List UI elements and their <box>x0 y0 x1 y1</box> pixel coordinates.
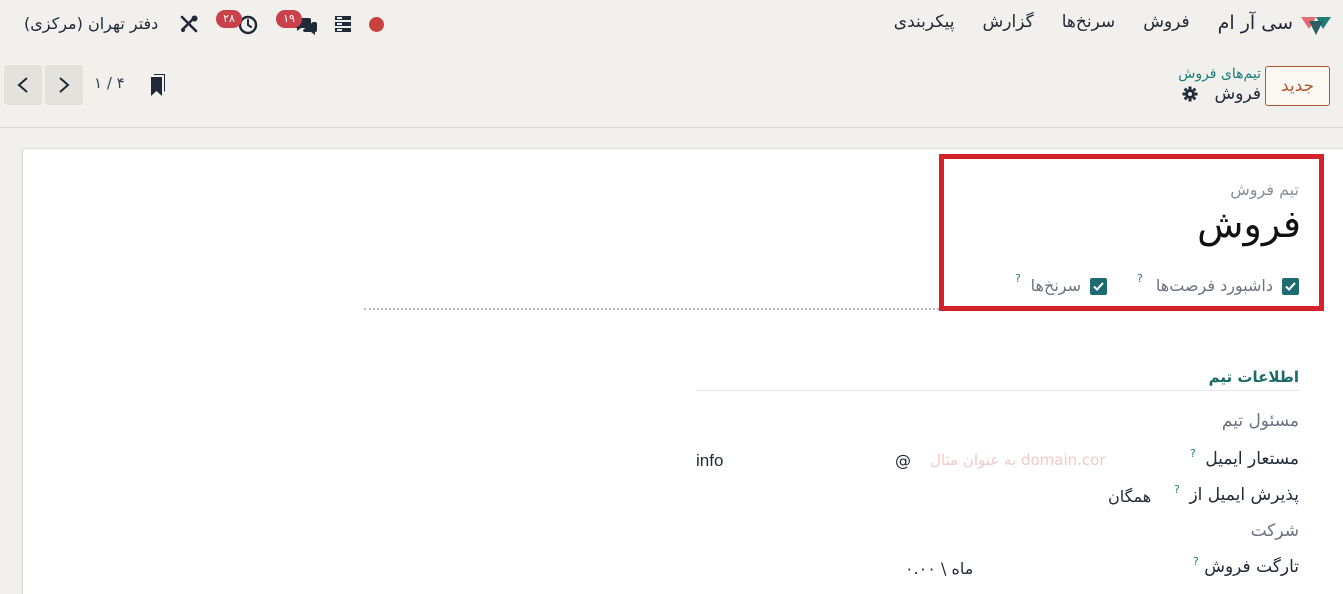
chevron-right-icon <box>59 77 70 93</box>
checkbox-label-leads: سرنخ‌ها <box>1030 276 1081 295</box>
help-icon[interactable]: ? <box>1137 272 1143 285</box>
field-underline <box>364 308 939 310</box>
checkbox-leads[interactable] <box>1090 278 1107 295</box>
tools-icon[interactable] <box>179 14 199 34</box>
menu-reporting[interactable]: گزارش <box>983 12 1034 34</box>
field-label-email-alias: مستعار ایمیل <box>1205 449 1299 469</box>
team-name-input[interactable]: فروش <box>1197 202 1301 246</box>
field-label-sales-target: تارگت فروش <box>1204 557 1299 577</box>
email-alias-input[interactable]: info <box>696 451 723 471</box>
breadcrumb-current: فروش <box>1214 84 1261 104</box>
control-panel: جدید تیم‌های فروش فروش ۱ / ۴ <box>0 50 1343 128</box>
messages-count-badge: ۱۹ <box>276 10 302 28</box>
breadcrumb-parent[interactable]: تیم‌های فروش <box>1178 66 1261 82</box>
field-label-accept-emails: پذیرش ایمیل از <box>1189 485 1299 505</box>
pager-value[interactable]: ۱ / ۴ <box>94 74 125 92</box>
recording-dot-icon[interactable] <box>369 17 384 32</box>
sales-target-input[interactable]: ۰.۰۰ \ ماه <box>905 559 973 578</box>
section-title-team-info: اطلاعات تیم <box>1208 368 1299 386</box>
pager-next-button[interactable] <box>45 65 83 105</box>
menu-leads[interactable]: سرنخ‌ها <box>1062 12 1115 34</box>
chevron-left-icon <box>17 77 28 93</box>
crm-logo-icon[interactable] <box>1301 13 1331 37</box>
accept-emails-select[interactable]: همگان <box>1108 487 1151 506</box>
help-icon[interactable]: ? <box>1190 447 1196 460</box>
email-at-sign: @ <box>895 451 911 470</box>
help-icon[interactable]: ? <box>1193 555 1199 568</box>
gear-icon[interactable] <box>1182 86 1198 102</box>
company-switcher[interactable]: دفتر تهران (مرکزی) <box>24 14 158 33</box>
main-menu: سی آر ام فروش سرنخ‌ها گزارش پیکربندی <box>894 12 1293 34</box>
section-divider <box>696 390 1299 391</box>
list-view-icon[interactable] <box>334 15 352 33</box>
help-icon[interactable]: ? <box>1174 483 1180 496</box>
menu-configuration[interactable]: پیکربندی <box>894 12 955 34</box>
app-name[interactable]: سی آر ام <box>1218 12 1293 34</box>
bookmark-icon[interactable] <box>150 74 166 96</box>
new-button[interactable]: جدید <box>1265 66 1330 106</box>
check-icon <box>1285 282 1296 291</box>
checkbox-opportunities-dashboard[interactable] <box>1282 278 1299 295</box>
menu-sales[interactable]: فروش <box>1143 12 1189 34</box>
check-icon <box>1093 282 1104 291</box>
help-icon[interactable]: ? <box>1015 272 1021 285</box>
activity-count-badge: ۲۸ <box>216 10 242 28</box>
top-navbar: سی آر ام فروش سرنخ‌ها گزارش پیکربندی دفت… <box>0 0 1343 50</box>
checkbox-label-opportunities: داشبورد فرصت‌ها <box>1155 276 1273 295</box>
field-label-company: شرکت <box>1250 521 1299 541</box>
email-domain-input[interactable]: به عنوان مثال domain.cor <box>930 451 1106 469</box>
field-label-team-leader: مسئول تیم <box>1221 411 1299 431</box>
pager-prev-button[interactable] <box>4 65 42 105</box>
form-label-sales-team: تیم فروش <box>1230 180 1299 199</box>
